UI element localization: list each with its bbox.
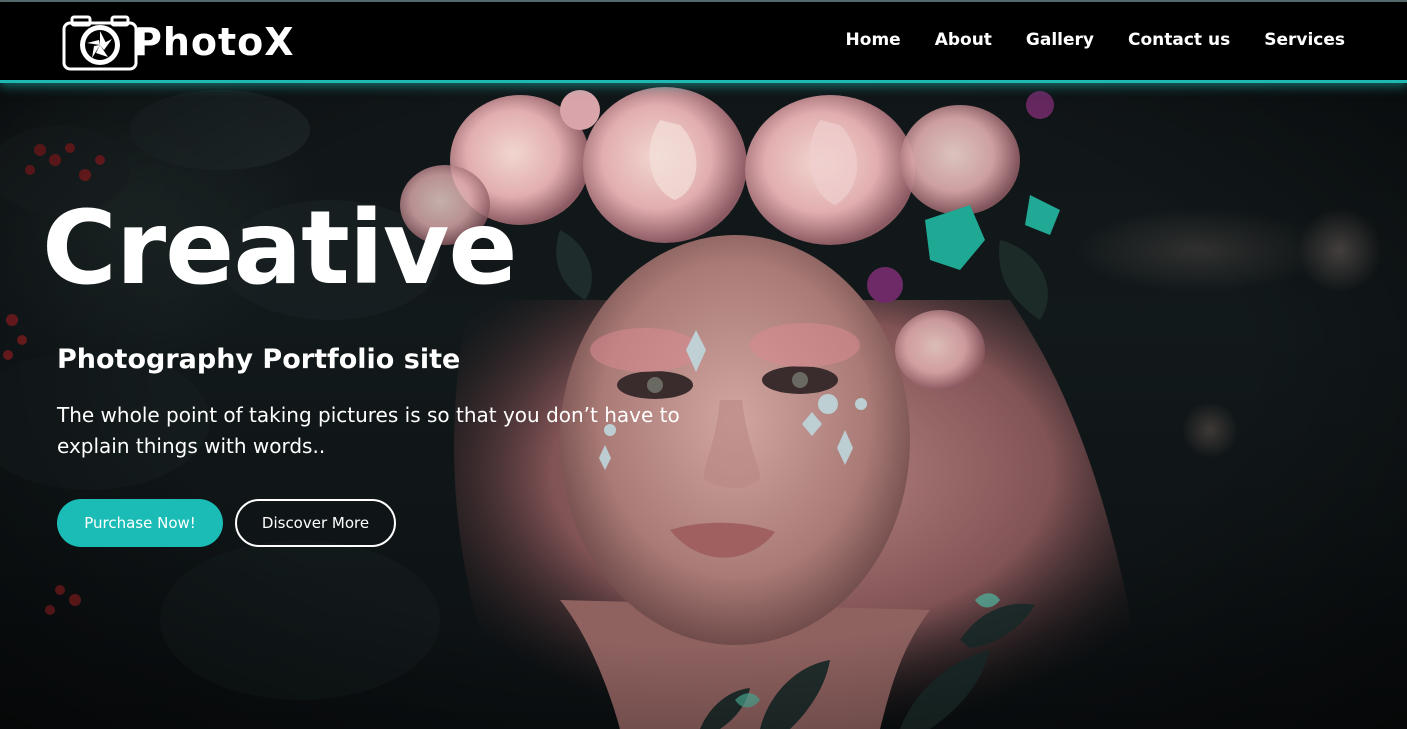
discover-more-button[interactable]: Discover More <box>235 499 396 547</box>
purchase-now-button[interactable]: Purchase Now! <box>57 499 223 547</box>
nav-home[interactable]: Home <box>846 30 901 50</box>
camera-aperture-icon <box>62 15 138 71</box>
main-nav: Home About Gallery Contact us Services <box>846 30 1345 50</box>
hero-subtitle: Photography Portfolio site <box>57 344 461 375</box>
nav-gallery[interactable]: Gallery <box>1026 30 1094 50</box>
navbar: PhotoX Home About Gallery Contact us Ser… <box>0 2 1407 83</box>
nav-contact-us[interactable]: Contact us <box>1128 30 1230 50</box>
page: PhotoX Home About Gallery Contact us Ser… <box>0 0 1407 729</box>
hero-title: Creative <box>42 189 518 308</box>
nav-services[interactable]: Services <box>1264 30 1345 50</box>
nav-about[interactable]: About <box>935 30 992 50</box>
hero-description: The whole point of taking pictures is so… <box>57 403 680 458</box>
brand-name: PhotoX <box>134 20 295 64</box>
logo[interactable]: PhotoX <box>62 12 295 72</box>
